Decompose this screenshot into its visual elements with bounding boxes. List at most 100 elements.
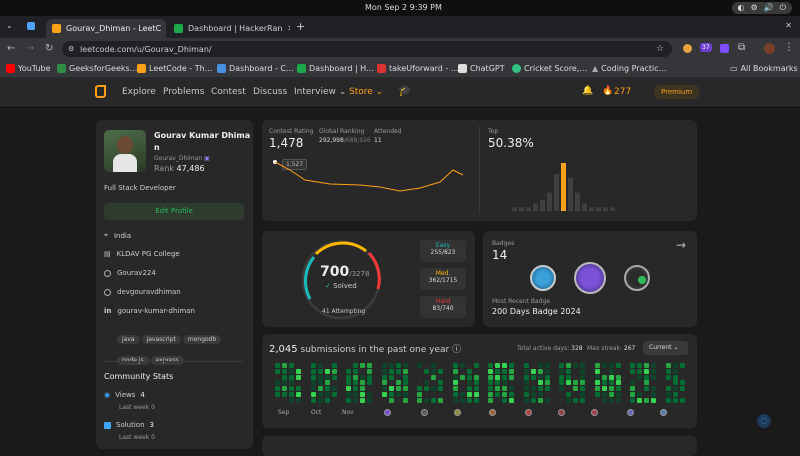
monthly-badge-icon[interactable] [558, 409, 565, 416]
heatmap-cell[interactable] [608, 374, 614, 380]
heatmap-cell[interactable] [367, 380, 373, 386]
heatmap-cell[interactable] [289, 363, 295, 368]
heatmap-cell[interactable] [417, 363, 422, 368]
heatmap-cell[interactable] [665, 392, 671, 397]
heatmap-cell[interactable] [417, 380, 422, 386]
heatmap-cell[interactable] [275, 363, 280, 368]
extension-icon[interactable] [720, 44, 729, 53]
heatmap-cell[interactable] [608, 392, 614, 397]
linkedin-row[interactable]: in gourav-kumar-dhiman [104, 307, 195, 315]
heatmap-cell[interactable] [495, 380, 501, 386]
monthly-badge-icon[interactable] [627, 409, 634, 416]
heatmap-cell[interactable] [594, 386, 600, 392]
extension-badge[interactable]: 37 [700, 43, 712, 52]
heatmap-cell[interactable] [289, 397, 295, 403]
heatmap-cell[interactable] [402, 374, 408, 380]
heatmap-cell[interactable] [566, 397, 572, 403]
heatmap-cell[interactable] [452, 397, 458, 403]
heatmap-cell[interactable] [402, 363, 408, 368]
heatmap-cell[interactable] [665, 363, 671, 368]
network-icon[interactable]: ◐ [738, 3, 745, 13]
nav-interview[interactable]: Interview ⌄ [294, 87, 346, 97]
heatmap-cell[interactable] [388, 368, 394, 374]
heatmap-cell[interactable] [395, 380, 401, 386]
heatmap-cell[interactable] [488, 363, 493, 368]
heatmap-cell[interactable] [424, 374, 430, 380]
heatmap-cell[interactable] [679, 380, 685, 386]
heatmap-cell[interactable] [566, 368, 572, 374]
heatmap-cell[interactable] [601, 392, 607, 397]
heatmap-cell[interactable] [324, 374, 330, 380]
heatmap-cell[interactable] [608, 380, 614, 386]
heatmap-cell[interactable] [360, 363, 366, 368]
heatmap-cell[interactable] [395, 397, 401, 403]
heatmap-cell[interactable] [530, 363, 536, 368]
heatmap-cell[interactable] [424, 380, 430, 386]
heatmap-cell[interactable] [566, 374, 572, 380]
heatmap-cell[interactable] [296, 368, 302, 374]
heatmap-cell[interactable] [544, 368, 550, 374]
heatmap-cell[interactable] [438, 380, 444, 386]
badge-icon[interactable] [624, 265, 650, 291]
linkedin-text[interactable]: gourav-kumar-dhiman [117, 307, 195, 315]
heatmap-cell[interactable] [544, 380, 550, 386]
heatmap-cell[interactable] [346, 368, 351, 374]
heatmap-cell[interactable] [544, 374, 550, 380]
heatmap-cell[interactable] [495, 363, 501, 368]
heatmap-cell[interactable] [417, 386, 422, 392]
heatmap-cell[interactable] [473, 368, 479, 374]
puzzle-icon[interactable]: ⧉ [738, 42, 745, 53]
heatmap-cell[interactable] [566, 392, 572, 397]
heatmap-cell[interactable] [644, 386, 650, 392]
heatmap-cell[interactable] [310, 397, 316, 403]
heatmap-cell[interactable] [317, 368, 323, 374]
heatmap-cell[interactable] [637, 363, 643, 368]
heatmap-cell[interactable] [353, 380, 359, 386]
site-info-icon[interactable]: ⚙ [68, 45, 74, 53]
heatmap-cell[interactable] [346, 380, 351, 386]
heatmap-cell[interactable] [559, 397, 564, 403]
heatmap-cell[interactable] [296, 392, 302, 397]
heatmap-cell[interactable] [637, 397, 643, 403]
heatmap-cell[interactable] [573, 392, 579, 397]
heatmap-cell[interactable] [395, 368, 401, 374]
heatmap-cell[interactable] [324, 386, 330, 392]
heatmap-cell[interactable] [509, 397, 515, 403]
heatmap-cell[interactable] [594, 380, 600, 386]
forward-icon[interactable]: → [26, 43, 34, 54]
bookmark-coding-practice[interactable]: ▲ Coding Practic... [592, 64, 666, 73]
heatmap-cell[interactable] [559, 368, 564, 374]
heatmap-cell[interactable] [353, 363, 359, 368]
heatmap-cell[interactable] [630, 392, 635, 397]
heatmap-cell[interactable] [488, 380, 493, 386]
heatmap-cell[interactable] [502, 397, 508, 403]
nav-store[interactable]: Store ⌄ [349, 87, 383, 97]
heatmap-cell[interactable] [594, 392, 600, 397]
heatmap-cell[interactable] [544, 397, 550, 403]
heatmap-cell[interactable] [488, 392, 493, 397]
heatmap-cell[interactable] [637, 374, 643, 380]
extension-icon[interactable] [683, 44, 692, 53]
heatmap-cell[interactable] [353, 386, 359, 392]
heatmap-cell[interactable] [466, 392, 472, 397]
heatmap-cell[interactable] [630, 374, 635, 380]
feedback-icon[interactable]: ◌ [757, 414, 771, 428]
heatmap-cell[interactable] [324, 380, 330, 386]
heatmap-cell[interactable] [424, 363, 430, 368]
heatmap-cell[interactable] [601, 380, 607, 386]
heatmap-cell[interactable] [466, 363, 472, 368]
heatmap-cell[interactable] [388, 363, 394, 368]
heatmap-cell[interactable] [672, 368, 678, 374]
heatmap-cell[interactable] [495, 397, 501, 403]
heatmap-cell[interactable] [452, 368, 458, 374]
heatmap-cell[interactable] [523, 397, 529, 403]
heatmap-cell[interactable] [473, 386, 479, 392]
heatmap-cell[interactable] [672, 386, 678, 392]
heatmap-cell[interactable] [275, 380, 280, 386]
heatmap-cell[interactable] [395, 386, 401, 392]
heatmap-cell[interactable] [615, 368, 621, 374]
github-text[interactable]: Gourav224 [117, 269, 156, 277]
heatmap-cell[interactable] [346, 392, 351, 397]
heatmap-cell[interactable] [651, 386, 657, 392]
heatmap-cell[interactable] [395, 374, 401, 380]
